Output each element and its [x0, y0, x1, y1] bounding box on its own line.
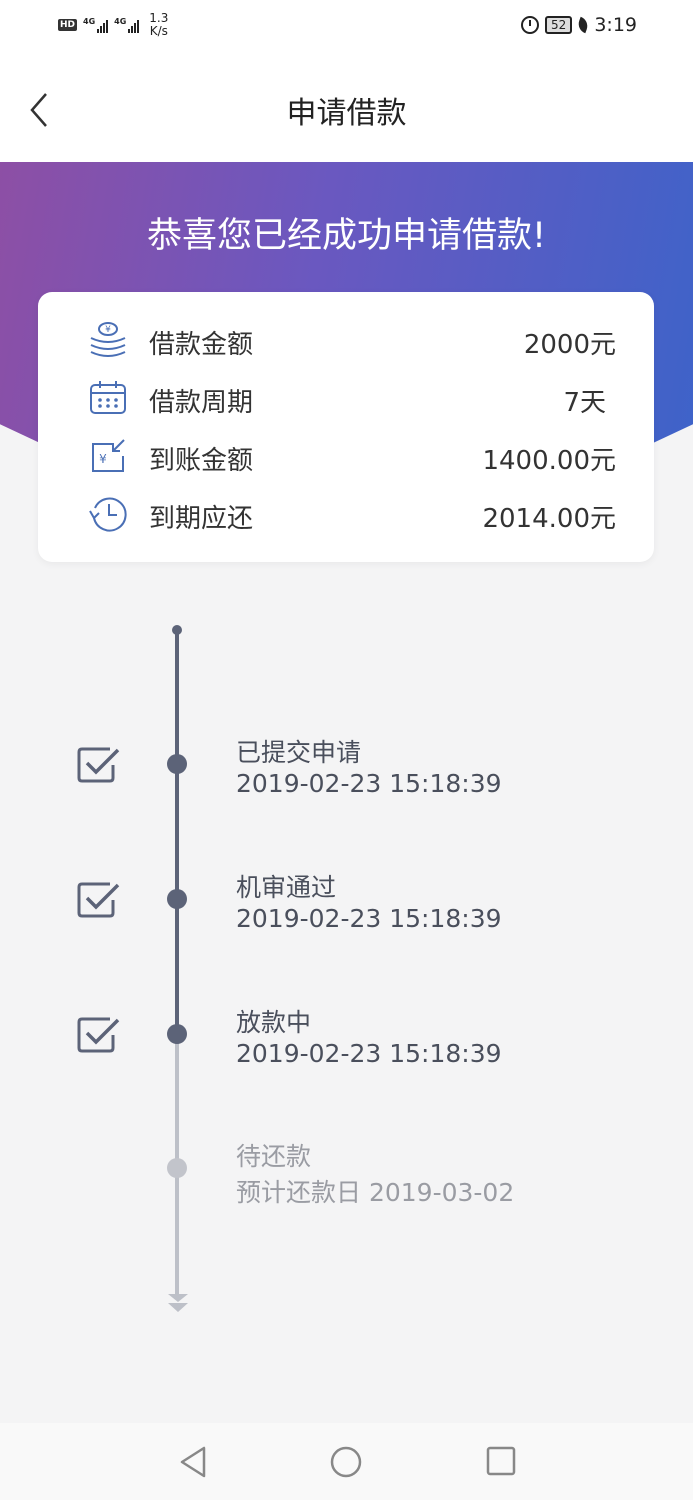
loan-summary-card: ¥ 借款金额 2000元 借款周期 7天 ¥ 到账金额 1400.00元 到期应…: [38, 292, 654, 562]
incoming-money-icon: ¥: [92, 439, 125, 472]
page-title: 申请借款: [286, 96, 407, 131]
signal-icon-2: 4G: [114, 17, 140, 33]
arrow-down-icon: [168, 1294, 188, 1312]
summary-row-due: 到期应还 2014.00元: [38, 486, 654, 544]
summary-row-received: ¥ 到账金额 1400.00元: [38, 428, 654, 486]
checkbox-checked-icon: [77, 882, 120, 918]
nav-home-icon[interactable]: [329, 1445, 363, 1479]
network-speed: 1.3 K/s: [149, 11, 169, 38]
summary-label: 到账金额: [149, 446, 254, 476]
signal-icon: 4G: [83, 17, 109, 33]
timeline-dot-pending: [167, 1158, 187, 1178]
coins-yen-icon: ¥: [90, 322, 126, 357]
status-bar: HD 4G 4G 1.3 K/s 52 3:19: [0, 0, 693, 54]
battery-icon: 52: [545, 16, 573, 34]
success-message: 恭喜您已经成功申请借款!: [146, 216, 547, 256]
step-title: 待还款: [236, 1142, 312, 1171]
system-nav-bar: [0, 1423, 693, 1500]
summary-row-amount: ¥ 借款金额 2000元: [38, 312, 654, 370]
status-left: HD 4G 4G 1.3 K/s: [58, 12, 168, 38]
summary-label: 借款金额: [149, 330, 254, 360]
clock: 3:19: [594, 14, 637, 36]
summary-label: 到期应还: [149, 504, 254, 534]
alarm-icon: [521, 16, 540, 34]
history-clock-icon: [89, 497, 127, 532]
step-expected-date: 预计还款日 2019-03-02: [236, 1178, 515, 1207]
nav-back-icon[interactable]: [178, 1445, 208, 1479]
step-title: 放款中: [236, 1008, 312, 1037]
nav-recents-icon[interactable]: [485, 1445, 517, 1477]
timeline-dot: [167, 1024, 187, 1044]
svg-text:¥: ¥: [105, 325, 111, 335]
step-timestamp: 2019-02-23 15:18:39: [236, 904, 502, 933]
step-title: 已提交申请: [236, 738, 362, 767]
summary-value: 7天: [563, 388, 606, 418]
timeline-dot: [167, 754, 187, 774]
summary-label: 借款周期: [149, 388, 254, 418]
step-title: 机审通过: [236, 873, 337, 902]
summary-value: 1400.00元: [482, 446, 616, 476]
svg-text:¥: ¥: [99, 452, 107, 466]
step-timestamp: 2019-02-23 15:18:39: [236, 1039, 502, 1068]
calendar-icon: [90, 381, 126, 414]
step-timestamp: 2019-02-23 15:18:39: [236, 769, 502, 798]
timeline-line-active: [175, 630, 179, 1035]
timeline-dot: [167, 889, 187, 909]
header: 申请借款: [0, 54, 693, 162]
summary-value: 2000元: [523, 330, 616, 360]
checkbox-checked-icon: [77, 747, 120, 783]
summary-value: 2014.00元: [482, 504, 616, 534]
summary-row-period: 借款周期 7天: [38, 370, 654, 428]
checkbox-checked-icon: [77, 1017, 120, 1053]
status-right: 52 3:19: [521, 14, 637, 36]
hd-badge: HD: [58, 19, 78, 31]
leaf-icon: [576, 16, 591, 34]
